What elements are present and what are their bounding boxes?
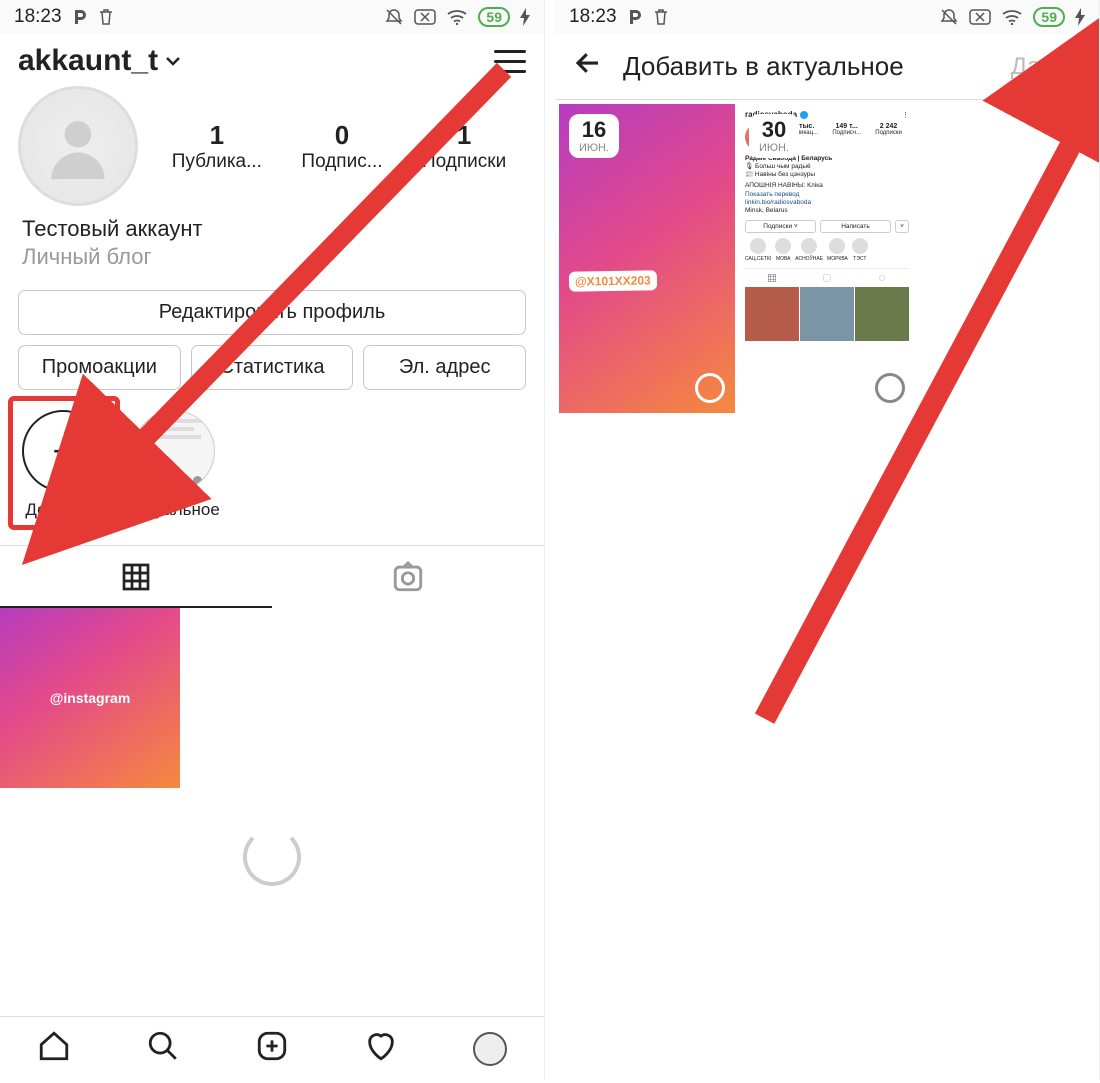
post-watermark: @instagram (50, 690, 131, 706)
loading-spinner (243, 828, 301, 886)
profile-tabs (0, 545, 544, 608)
tab-grid[interactable] (0, 546, 272, 608)
nav-activity[interactable] (364, 1029, 398, 1068)
story-mention: @X101XX203 (569, 270, 657, 292)
statusbar-time: 18:23 (14, 6, 62, 28)
battery-icon: 59 (1033, 7, 1065, 27)
trash-icon (98, 8, 114, 26)
post-grid: @instagram (0, 608, 544, 788)
statusbar-time: 18:23 (569, 6, 617, 28)
highlight-actual[interactable]: Актуальное (128, 410, 220, 520)
phone-left: 18:23 59 akkaunt_t (0, 0, 545, 1080)
plus-icon: + (22, 410, 104, 492)
nav-home[interactable] (37, 1029, 71, 1068)
charging-icon (520, 8, 530, 26)
stat-following[interactable]: 1 Подписки (422, 120, 506, 173)
cast-icon (969, 9, 991, 25)
stories-grid: 16 ИЮН. @X101XX203 radiosvaboda ⋮ (555, 100, 1099, 417)
tab-tagged[interactable] (272, 546, 544, 608)
status-bar: 18:23 59 (0, 0, 544, 34)
nav-profile[interactable] (473, 1032, 507, 1066)
selection-ring (875, 373, 905, 403)
highlights-row: + Добавить Актуальное (0, 390, 544, 530)
status-bar: 18:23 59 (555, 0, 1099, 34)
phone-right: 18:23 59 Доба (555, 0, 1100, 1080)
chevron-down-icon (164, 44, 182, 78)
avatar[interactable] (18, 86, 138, 206)
back-button[interactable] (573, 48, 603, 85)
edit-profile-button[interactable]: Редактировать профиль (18, 290, 526, 335)
p-icon (72, 9, 88, 25)
stats-button[interactable]: Статистика (191, 345, 354, 390)
next-button[interactable]: Далее (1011, 53, 1081, 81)
mute-icon (384, 7, 404, 27)
bio-category: Личный блог (22, 244, 522, 270)
selection-ring (695, 373, 725, 403)
charging-icon (1075, 8, 1085, 26)
bottom-nav (0, 1016, 544, 1080)
header-title: Добавить в актуальное (623, 51, 991, 82)
bio-name: Тестовый аккаунт (22, 216, 522, 242)
post-thumb[interactable]: @instagram (0, 608, 180, 788)
battery-icon: 59 (478, 7, 510, 27)
date-badge: 16 ИЮН. (569, 114, 619, 158)
promo-button[interactable]: Промоакции (18, 345, 181, 390)
p-icon (627, 9, 643, 25)
bio: Тестовый аккаунт Личный блог (0, 206, 544, 290)
date-badge: 30 ИЮН. (749, 114, 799, 158)
mute-icon (939, 7, 959, 27)
nav-search[interactable] (146, 1029, 180, 1068)
menu-button[interactable] (494, 50, 526, 73)
trash-icon (653, 8, 669, 26)
profile-header: akkaunt_t (0, 34, 544, 82)
wifi-icon (1001, 9, 1023, 25)
story-thumb-1[interactable]: 16 ИЮН. @X101XX203 (559, 104, 735, 413)
story-thumb-2[interactable]: radiosvaboda ⋮ 11 тыс.Публикац... 149 т.… (739, 104, 915, 413)
stats-row: 1 Публика... 0 Подпис... 1 Подписки (0, 82, 544, 206)
header-add-highlight: Добавить в актуальное Далее (555, 34, 1099, 100)
more-icon: ⋮ (902, 111, 909, 119)
username-label: akkaunt_t (18, 44, 158, 78)
verified-icon (800, 111, 808, 119)
stat-posts[interactable]: 1 Публика... (172, 120, 262, 173)
nav-add[interactable] (255, 1029, 289, 1068)
wifi-icon (446, 9, 468, 25)
username-dropdown[interactable]: akkaunt_t (18, 44, 182, 78)
email-button[interactable]: Эл. адрес (363, 345, 526, 390)
stat-followers[interactable]: 0 Подпис... (301, 120, 382, 173)
highlight-add[interactable]: + Добавить (22, 410, 104, 520)
cast-icon (414, 9, 436, 25)
highlight-thumb (133, 410, 215, 492)
